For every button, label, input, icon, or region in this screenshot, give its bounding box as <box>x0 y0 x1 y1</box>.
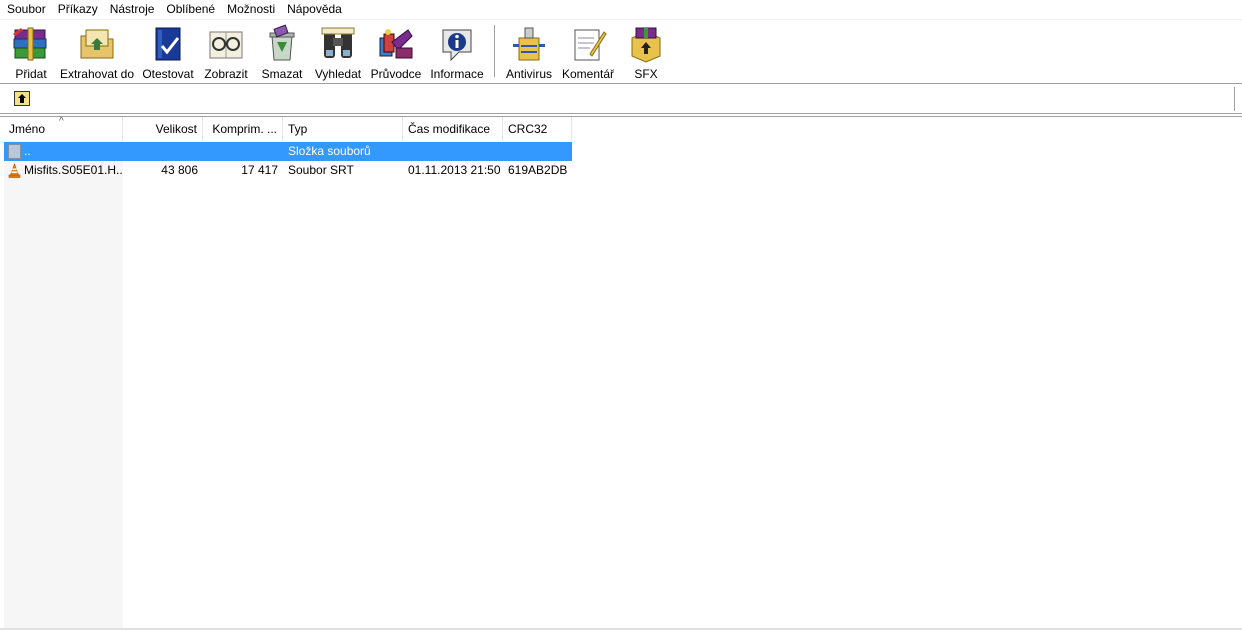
comment-button[interactable]: Komentář <box>557 20 619 82</box>
find-button[interactable]: Vyhledat <box>310 20 366 82</box>
delete-button[interactable]: Smazat <box>254 20 310 82</box>
view-glasses-icon <box>206 24 246 64</box>
menu-nastroje[interactable]: Nástroje <box>104 0 161 19</box>
sfx-box-icon <box>626 24 666 64</box>
wizard-icon <box>376 24 416 64</box>
file-crc <box>503 142 572 161</box>
folder-up-button[interactable] <box>14 91 30 106</box>
folder-up-icon <box>8 144 21 159</box>
address-bar <box>0 83 1242 114</box>
add-books-icon <box>11 24 51 64</box>
file-size: 43 806 <box>161 163 198 177</box>
file-packed-size <box>203 142 283 161</box>
menu-prikazy[interactable]: Příkazy <box>52 0 104 19</box>
file-list[interactable]: ^ Jméno Velikost Komprim. ... Typ Čas mo… <box>0 116 1242 630</box>
file-type: Složka souborů <box>288 144 371 158</box>
address-dropdown[interactable] <box>1234 87 1240 111</box>
file-rows: .. Složka souborů Misfits.S05E01.H... 43… <box>4 142 572 180</box>
file-modified: 01.11.2013 21:50 <box>408 163 501 177</box>
table-row-parent-folder[interactable]: .. Složka souborů <box>4 142 572 161</box>
sfx-button[interactable]: SFX <box>619 20 673 82</box>
column-header-packed[interactable]: Komprim. ... <box>203 117 283 141</box>
path-input[interactable] <box>40 87 1235 111</box>
file-packed-size: 17 417 <box>241 163 278 177</box>
file-name: .. <box>24 144 31 158</box>
menu-soubor[interactable]: Soubor <box>1 0 52 19</box>
up-arrow-icon <box>18 94 26 103</box>
menu-moznosti[interactable]: Možnosti <box>221 0 281 19</box>
extract-button[interactable]: Extrahovat do <box>56 20 138 82</box>
test-button[interactable]: Otestovat <box>138 20 198 82</box>
menu-bar: Soubor Příkazy Nástroje Oblíbené Možnost… <box>0 0 1242 19</box>
file-type: Soubor SRT <box>288 163 354 177</box>
file-crc: 619AB2DB <box>508 163 568 177</box>
column-header-type[interactable]: Typ <box>283 117 403 141</box>
table-row-file[interactable]: Misfits.S05E01.H... 43 806 17 417 Soubor… <box>4 161 572 180</box>
find-binoculars-icon <box>318 24 358 64</box>
antivirus-button[interactable]: Antivirus <box>501 20 557 82</box>
toolbar: Přidat Extrahovat do Otestovat Zobrazit … <box>0 19 1242 83</box>
sort-ascending-icon: ^ <box>59 117 64 127</box>
delete-recycle-icon <box>262 24 302 64</box>
toolbar-separator <box>494 25 495 77</box>
menu-napoveda[interactable]: Nápověda <box>281 0 348 19</box>
test-book-icon <box>148 24 188 64</box>
antivirus-icon <box>509 24 549 64</box>
add-button[interactable]: Přidat <box>6 20 56 82</box>
status-divider <box>0 628 1242 630</box>
view-button[interactable]: Zobrazit <box>198 20 254 82</box>
column-header-size[interactable]: Velikost <box>123 117 203 141</box>
vlc-cone-icon <box>8 163 21 178</box>
extract-folder-icon <box>77 24 117 64</box>
column-header-name[interactable]: ^ Jméno <box>4 117 123 141</box>
file-name: Misfits.S05E01.H... <box>24 163 123 177</box>
comment-icon <box>568 24 608 64</box>
column-header-crc32[interactable]: CRC32 <box>503 117 572 141</box>
menu-oblibene[interactable]: Oblíbené <box>160 0 221 19</box>
file-modified <box>403 142 503 161</box>
info-icon <box>437 24 477 64</box>
name-column-background <box>4 141 123 629</box>
column-header-modified[interactable]: Čas modifikace <box>403 117 503 141</box>
wizard-button[interactable]: Průvodce <box>366 20 426 82</box>
list-header: ^ Jméno Velikost Komprim. ... Typ Čas mo… <box>4 117 572 141</box>
file-size <box>123 142 203 161</box>
info-button[interactable]: Informace <box>426 20 488 82</box>
